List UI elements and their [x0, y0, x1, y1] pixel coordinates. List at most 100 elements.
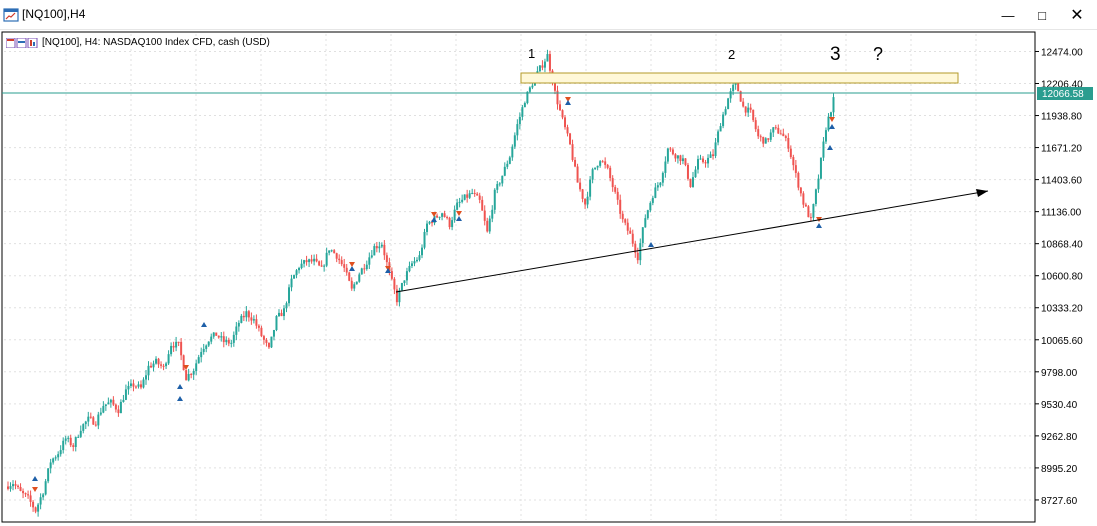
candle-body	[54, 457, 57, 459]
candle-body	[742, 101, 745, 107]
candle-body	[712, 154, 715, 157]
candle-body	[586, 196, 589, 205]
candle-body	[674, 154, 677, 159]
candle-body	[210, 336, 213, 342]
maximize-button[interactable]: □	[1025, 0, 1059, 30]
candle-body	[596, 165, 599, 168]
candle-body	[338, 258, 341, 261]
candle-body	[448, 217, 451, 228]
candle-body	[654, 187, 657, 198]
candle-body	[272, 330, 275, 337]
candle-body	[789, 148, 792, 158]
candle-body	[343, 264, 346, 268]
candle-body	[431, 221, 434, 224]
candle-body	[375, 246, 378, 249]
candle-body	[162, 365, 165, 367]
candle-body	[378, 246, 381, 249]
candle-body	[293, 275, 296, 279]
price-axis-label: 10065.60	[1041, 336, 1083, 347]
candle-body	[350, 280, 353, 289]
minimize-button[interactable]: —	[991, 0, 1025, 30]
price-chart[interactable]: 1 2 3 ? 12474.0012206.4011938.8011671.20…	[0, 30, 1097, 526]
candle-body	[275, 316, 278, 331]
candle-body	[12, 484, 15, 487]
candle-body	[757, 129, 760, 137]
candle-body	[220, 336, 223, 338]
candle-body	[212, 332, 215, 337]
candle-body	[486, 220, 489, 232]
candle-body	[732, 84, 735, 92]
candle-body	[651, 197, 654, 203]
candle-body	[323, 265, 326, 267]
candle-body	[37, 504, 40, 512]
candle-body	[418, 255, 421, 260]
candle-body	[353, 284, 356, 289]
candle-body	[14, 484, 17, 486]
candle-body	[358, 274, 361, 282]
candle-body	[217, 335, 220, 338]
candle-body	[669, 148, 672, 150]
candle-body	[262, 336, 265, 340]
candle-body	[749, 107, 752, 110]
candle-body	[727, 98, 730, 110]
question-mark-label: ?	[873, 44, 883, 64]
candle-body	[812, 203, 815, 218]
candle-body	[589, 179, 592, 197]
candle-body	[69, 437, 72, 446]
candle-body	[232, 334, 235, 343]
candle-body	[641, 227, 644, 244]
price-axis-label: 9530.40	[1041, 400, 1078, 411]
candle-body	[493, 189, 496, 210]
candle-body	[546, 54, 549, 62]
candle-body	[195, 363, 198, 372]
price-axis-label: 11403.60	[1041, 176, 1082, 187]
candle-body	[744, 106, 747, 113]
candle-body	[177, 341, 180, 343]
candle-body	[330, 250, 333, 252]
candle-body	[476, 193, 479, 196]
candle-body	[777, 127, 780, 134]
candle-body	[666, 148, 669, 162]
candle-body	[385, 255, 388, 263]
candle-body	[27, 494, 30, 496]
candle-body	[328, 250, 331, 253]
candle-body	[403, 280, 406, 284]
candle-body	[707, 157, 710, 164]
price-axis[interactable]: 12474.0012206.4011938.8011671.2011403.60…	[1035, 47, 1083, 507]
candle-body	[230, 342, 233, 344]
candle-body	[456, 202, 459, 210]
candle-body	[423, 231, 426, 248]
candle-body	[792, 157, 795, 166]
close-button[interactable]: ✕	[1060, 0, 1094, 30]
candle-body	[165, 363, 168, 367]
chart-area[interactable]: 1 2 3 ? 12474.00 12206.40 11938.80 11671.20…	[0, 30, 1097, 526]
candle-body	[824, 130, 827, 142]
candle-body	[242, 315, 245, 318]
candle-body	[483, 210, 486, 221]
price-axis-label: 10868.40	[1041, 240, 1083, 251]
candle-body	[155, 358, 158, 364]
candle-body	[564, 117, 567, 128]
candle-body	[571, 144, 574, 160]
candle-body	[285, 303, 288, 309]
candle-body	[752, 109, 755, 121]
title-bar: [NQ100],H4 — □ ✕	[0, 0, 1097, 30]
candle-body	[185, 370, 188, 381]
price-axis-label: 11938.80	[1041, 112, 1082, 123]
candle-body	[676, 155, 679, 159]
candle-body	[300, 263, 303, 269]
candle-body	[99, 412, 102, 415]
candle-body	[64, 438, 67, 441]
candle-body	[606, 164, 609, 168]
candle-body	[9, 486, 12, 489]
candle-body	[508, 157, 511, 164]
candle-body	[137, 384, 140, 387]
candle-body	[22, 490, 25, 494]
candle-body	[34, 507, 37, 512]
candle-body	[523, 103, 526, 108]
candle-body	[410, 263, 413, 266]
candle-body	[446, 217, 449, 219]
candle-body	[779, 133, 782, 135]
candle-body	[122, 399, 125, 402]
resistance-zone[interactable]	[520, 72, 959, 84]
